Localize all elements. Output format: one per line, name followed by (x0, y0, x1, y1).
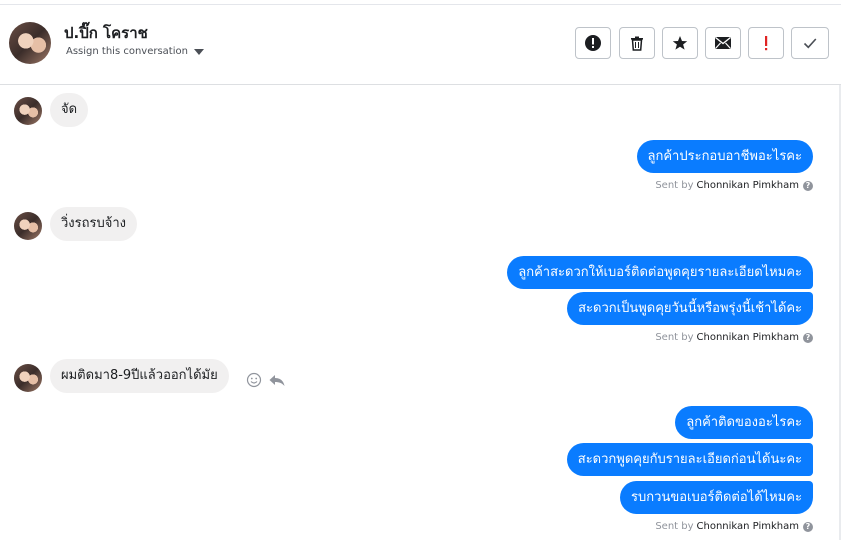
message-actions (246, 372, 286, 388)
help-icon[interactable]: ? (803, 332, 813, 343)
star-button[interactable] (662, 27, 698, 59)
incoming-message[interactable]: ผมติดมา8-9ปีแล้วออกได้มัย (50, 359, 229, 393)
assign-conversation-dropdown[interactable]: Assign this conversation (66, 46, 204, 57)
assign-label: Assign this conversation (66, 46, 188, 57)
outgoing-message[interactable]: รบกวนขอเบอร์ติดต่อได้ไหมคะ (620, 481, 813, 514)
caret-down-icon (193, 48, 204, 55)
help-icon[interactable]: ? (803, 180, 813, 191)
sent-by-prefix: Sent by (655, 332, 694, 343)
trash-icon (631, 36, 643, 51)
mail-icon (715, 36, 731, 49)
incoming-message[interactable]: วิ่งรถรบจ้าง (50, 207, 137, 241)
reply-icon[interactable] (268, 372, 286, 388)
flag-icon (765, 36, 768, 51)
sender-avatar[interactable] (14, 97, 42, 125)
sent-by-label: Sent by Chonnikan Pimkham ? (655, 521, 813, 532)
check-icon (803, 38, 817, 49)
agent-name: Chonnikan Pimkham (696, 521, 799, 532)
outgoing-message[interactable]: สะดวกพูดคุยกับรายละเอียดก่อนได้นะคะ (566, 443, 813, 476)
contact-name[interactable]: ป.ปิ๊ก โคราช (64, 21, 148, 45)
sent-by-label: Sent by Chonnikan Pimkham ? (655, 332, 813, 343)
sent-by-prefix: Sent by (655, 180, 694, 191)
outgoing-message[interactable]: ลูกค้าติดของอะไรคะ (675, 406, 813, 439)
sent-by-prefix: Sent by (655, 521, 694, 532)
sender-avatar[interactable] (14, 212, 42, 240)
sender-avatar[interactable] (14, 364, 42, 392)
outgoing-message[interactable]: ลูกค้าประกอบอาชีพอะไรคะ (636, 140, 813, 173)
spam-icon (585, 35, 601, 51)
mark-done-button[interactable] (791, 27, 829, 59)
mark-unread-button[interactable] (705, 27, 741, 59)
agent-name: Chonnikan Pimkham (696, 180, 799, 191)
flag-button[interactable] (748, 27, 784, 59)
agent-name: Chonnikan Pimkham (696, 332, 799, 343)
outgoing-message[interactable]: สะดวกเป็นพูดคุยวันนี้หรือพรุ่งนี้เช้าได้… (567, 292, 813, 325)
star-icon (672, 36, 688, 50)
conversation-header: ป.ปิ๊ก โคราช Assign this conversation (0, 5, 841, 85)
incoming-message[interactable]: จัด (50, 93, 89, 127)
mark-spam-button[interactable] (575, 27, 611, 59)
contact-avatar[interactable] (9, 22, 51, 64)
sent-by-label: Sent by Chonnikan Pimkham ? (655, 180, 813, 191)
help-icon[interactable]: ? (803, 521, 813, 532)
outgoing-message[interactable]: ลูกค้าสะดวกให้เบอร์ติดต่อพูดคุยรายละเอีย… (507, 256, 813, 289)
delete-button[interactable] (619, 27, 655, 59)
emoji-icon[interactable] (246, 372, 262, 388)
